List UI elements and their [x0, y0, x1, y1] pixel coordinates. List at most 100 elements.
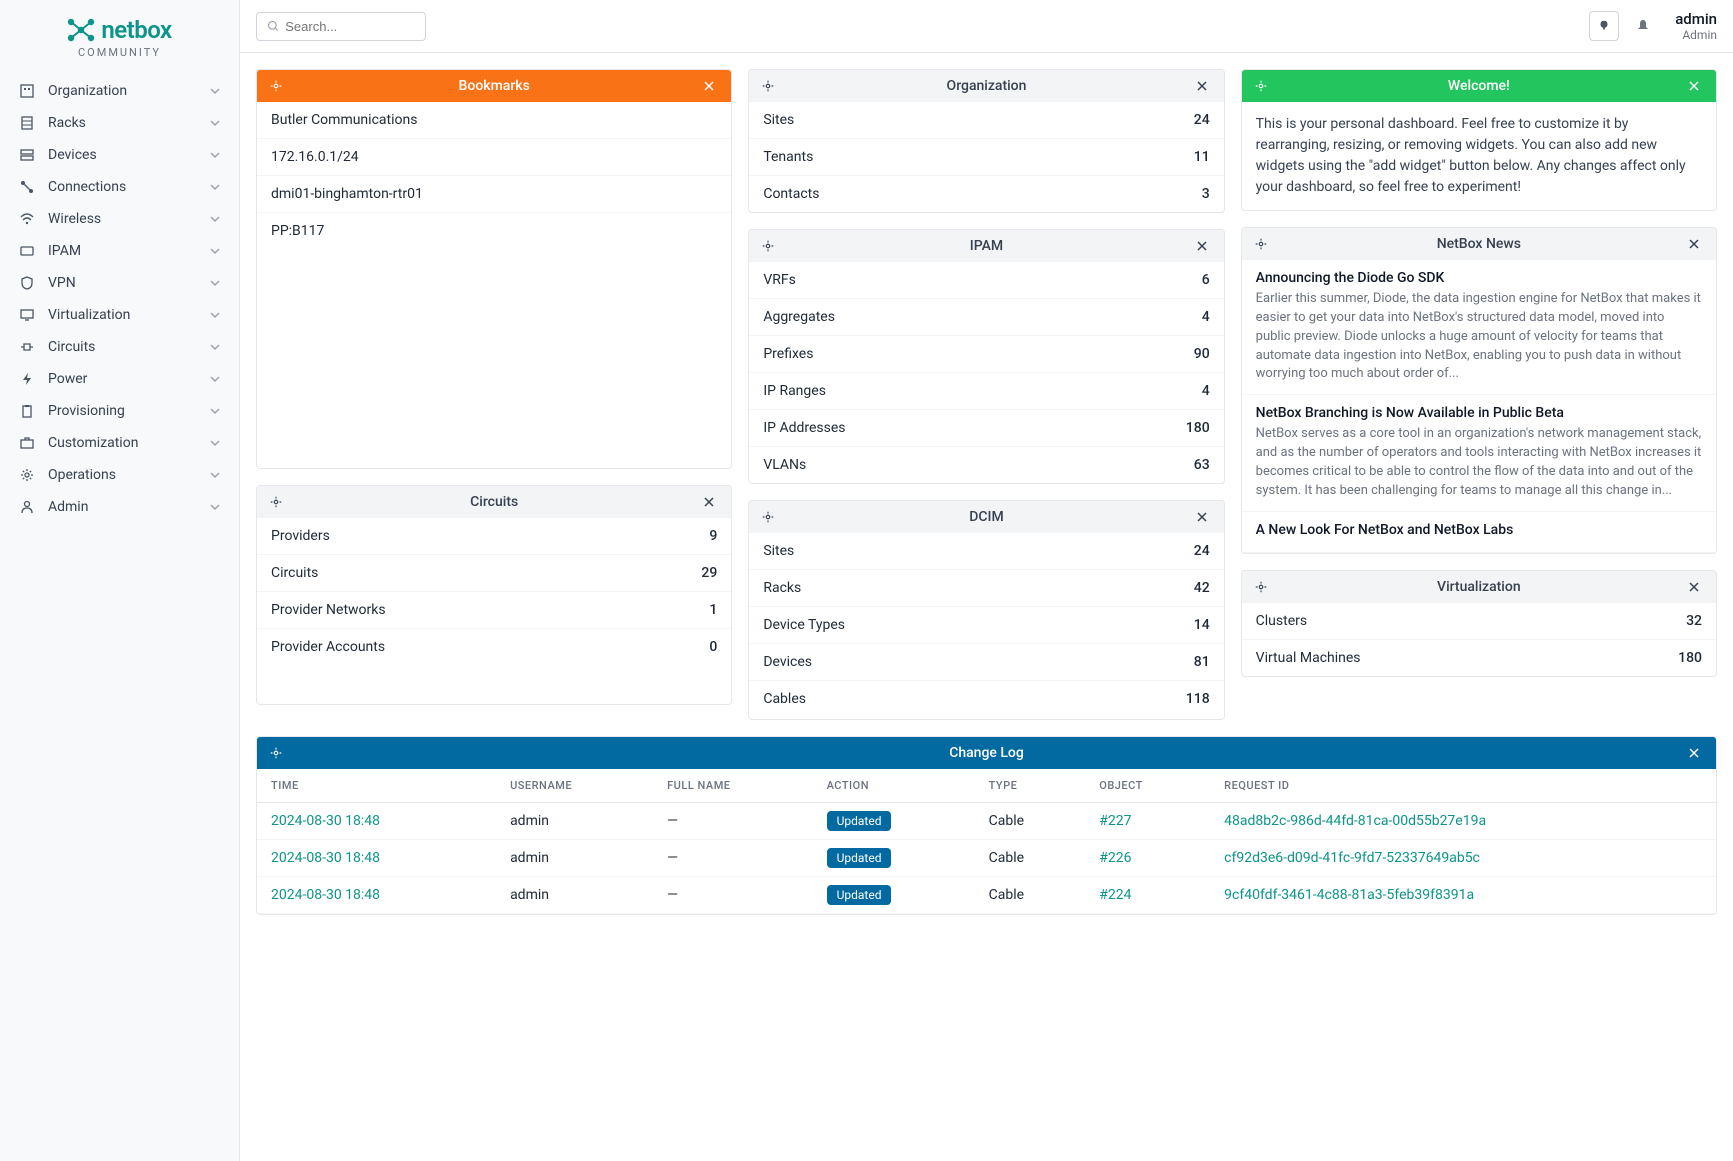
changelog-requestid-link[interactable]: 9cf40fdf-3461-4c88-81a3-5feb39f8391a	[1224, 887, 1474, 903]
widget-close-icon[interactable]	[1196, 240, 1212, 252]
theme-toggle-button[interactable]	[1589, 11, 1619, 41]
nav-label: Circuits	[48, 339, 209, 355]
widget-settings-icon[interactable]	[761, 239, 777, 253]
news-title-link[interactable]: A New Look For NetBox and NetBox Labs	[1256, 522, 1702, 538]
stat-row[interactable]: Sites24	[749, 533, 1223, 570]
widget-settings-icon[interactable]	[269, 746, 285, 760]
col-requestid: Request ID	[1210, 769, 1716, 803]
col-type: Type	[975, 769, 1086, 803]
stat-row[interactable]: Provider Accounts0	[257, 629, 731, 665]
nav-label: Operations	[48, 467, 209, 483]
widget-title: Virtualization	[1270, 579, 1688, 595]
nav-circuits[interactable]: Circuits	[0, 331, 239, 363]
nav-admin[interactable]: Admin	[0, 491, 239, 523]
changelog-object-link[interactable]: #227	[1099, 813, 1131, 829]
stat-row[interactable]: Virtual Machines180	[1242, 640, 1716, 676]
notifications-button[interactable]	[1631, 14, 1655, 38]
search-input[interactable]	[285, 19, 415, 34]
changelog-object-link[interactable]: #226	[1099, 850, 1131, 866]
nav-organization[interactable]: Organization	[0, 75, 239, 107]
stat-row[interactable]: Devices81	[749, 644, 1223, 681]
changelog-time-link[interactable]: 2024-08-30 18:48	[271, 887, 380, 903]
stat-row[interactable]: Prefixes90	[749, 336, 1223, 373]
changelog-requestid-link[interactable]: 48ad8b2c-986d-44fd-81ca-00d55b27e19a	[1224, 813, 1486, 829]
widget-settings-icon[interactable]	[269, 79, 285, 93]
widget-title: DCIM	[777, 509, 1195, 525]
nav-connections[interactable]: Connections	[0, 171, 239, 203]
bookmark-item[interactable]: 172.16.0.1/24	[257, 139, 731, 176]
widget-close-icon[interactable]	[703, 496, 719, 508]
stat-row[interactable]: VLANs63	[749, 447, 1223, 483]
action-badge: Updated	[827, 885, 892, 905]
brand-name: netbox	[101, 16, 171, 44]
stat-row[interactable]: Tenants11	[749, 139, 1223, 176]
widget-close-icon[interactable]	[1688, 238, 1704, 250]
widget-close-icon[interactable]	[1688, 747, 1704, 759]
news-title-link[interactable]: Announcing the Diode Go SDK	[1256, 270, 1702, 286]
widget-settings-icon[interactable]	[269, 495, 285, 509]
changelog-time-link[interactable]: 2024-08-30 18:48	[271, 813, 380, 829]
stat-row[interactable]: Device Types14	[749, 607, 1223, 644]
stat-row[interactable]: Providers9	[257, 518, 731, 555]
stat-row[interactable]: Circuits29	[257, 555, 731, 592]
nav-wireless[interactable]: Wireless	[0, 203, 239, 235]
stat-row[interactable]: Provider Networks1	[257, 592, 731, 629]
stat-row[interactable]: Racks42	[749, 570, 1223, 607]
user-menu[interactable]: admin Admin	[1675, 10, 1717, 42]
stat-row[interactable]: IP Ranges4	[749, 373, 1223, 410]
stat-row[interactable]: Clusters32	[1242, 603, 1716, 640]
nav-vpn[interactable]: VPN	[0, 267, 239, 299]
chevron-down-icon	[209, 85, 221, 97]
widget-settings-icon[interactable]	[1254, 79, 1270, 93]
stat-row[interactable]: Aggregates4	[749, 299, 1223, 336]
news-title-link[interactable]: NetBox Branching is Now Available in Pub…	[1256, 405, 1702, 421]
widget-settings-icon[interactable]	[1254, 580, 1270, 594]
nav-virtualization[interactable]: Virtualization	[0, 299, 239, 331]
bookmark-item[interactable]: PP:B117	[257, 213, 731, 249]
widget-close-icon[interactable]	[1688, 80, 1704, 92]
widget-close-icon[interactable]	[1688, 581, 1704, 593]
nav-label: Provisioning	[48, 403, 209, 419]
nav-devices[interactable]: Devices	[0, 139, 239, 171]
stat-row[interactable]: Sites24	[749, 102, 1223, 139]
chevron-down-icon	[209, 277, 221, 289]
widget-close-icon[interactable]	[1196, 511, 1212, 523]
news-desc: Earlier this summer, Diode, the data ing…	[1256, 290, 1702, 384]
widget-welcome: Welcome! This is your personal dashboard…	[1241, 69, 1717, 211]
changelog-requestid-link[interactable]: cf92d3e6-d09d-41fc-9fd7-52337649ab5c	[1224, 850, 1480, 866]
nav-operations[interactable]: Operations	[0, 459, 239, 491]
search-box[interactable]	[256, 12, 426, 41]
widget-close-icon[interactable]	[703, 80, 719, 92]
nav-ipam[interactable]: IPAM	[0, 235, 239, 267]
nav-power[interactable]: Power	[0, 363, 239, 395]
stat-row[interactable]: VRFs6	[749, 262, 1223, 299]
widget-settings-icon[interactable]	[761, 79, 777, 93]
nav-provisioning[interactable]: Provisioning	[0, 395, 239, 427]
nav-racks[interactable]: Racks	[0, 107, 239, 139]
stat-row[interactable]: Contacts3	[749, 176, 1223, 212]
chevron-down-icon	[209, 149, 221, 161]
widget-circuits: Circuits Providers9 Circuits29 Provider …	[256, 485, 732, 705]
changelog-row: 2024-08-30 18:48 admin — Updated Cable #…	[257, 877, 1716, 914]
ip-icon	[18, 243, 36, 259]
chevron-down-icon	[209, 117, 221, 129]
stat-row[interactable]: IP Addresses180	[749, 410, 1223, 447]
user-role: Admin	[1675, 28, 1717, 42]
brand-logo[interactable]: netbox Community	[0, 0, 239, 67]
nav-customization[interactable]: Customization	[0, 427, 239, 459]
changelog-object-link[interactable]: #224	[1099, 887, 1131, 903]
building-icon	[18, 83, 36, 99]
briefcase-icon	[18, 435, 36, 451]
widget-settings-icon[interactable]	[1254, 237, 1270, 251]
topbar: admin Admin	[240, 0, 1733, 53]
nav-label: Connections	[48, 179, 209, 195]
stat-row[interactable]: Cables118	[749, 681, 1223, 717]
user-name: admin	[1675, 10, 1717, 28]
changelog-time-link[interactable]: 2024-08-30 18:48	[271, 850, 380, 866]
bookmark-item[interactable]: Butler Communications	[257, 102, 731, 139]
nav-label: Devices	[48, 147, 209, 163]
widget-close-icon[interactable]	[1196, 80, 1212, 92]
rack-icon	[18, 115, 36, 131]
bookmark-item[interactable]: dmi01-binghamton-rtr01	[257, 176, 731, 213]
widget-settings-icon[interactable]	[761, 510, 777, 524]
